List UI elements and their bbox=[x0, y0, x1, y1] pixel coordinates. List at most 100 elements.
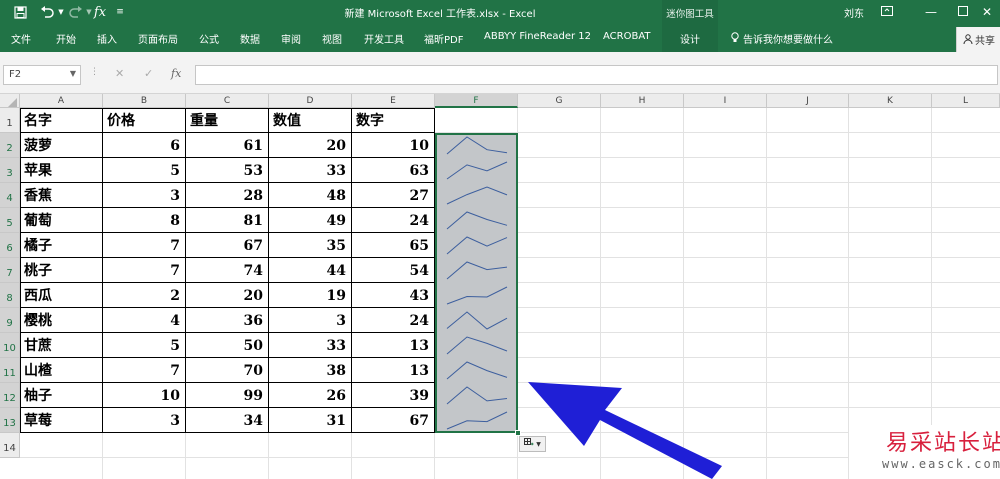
cell-b13[interactable]: 3 bbox=[103, 408, 186, 433]
tab-file[interactable]: 文件 bbox=[11, 31, 31, 46]
cell-c3[interactable]: 53 bbox=[186, 158, 269, 183]
cell-a4[interactable]: 香蕉 bbox=[20, 183, 103, 208]
cell-c9[interactable]: 36 bbox=[186, 308, 269, 333]
cell-c8[interactable]: 20 bbox=[186, 283, 269, 308]
cell-e4[interactable]: 27 bbox=[352, 183, 435, 208]
cell-b3[interactable]: 5 bbox=[103, 158, 186, 183]
row-header-7[interactable]: 7 bbox=[0, 258, 20, 283]
cell-b10[interactable]: 5 bbox=[103, 333, 186, 358]
share-button[interactable]: 共享 bbox=[956, 27, 1000, 52]
column-header-b[interactable]: B bbox=[103, 94, 186, 108]
cancel-icon[interactable]: ✕ bbox=[115, 67, 124, 80]
row-header-13[interactable]: 13 bbox=[0, 408, 20, 433]
sparkline-cell[interactable] bbox=[437, 384, 516, 409]
cell-a3[interactable]: 苹果 bbox=[20, 158, 103, 183]
cell-d10[interactable]: 33 bbox=[269, 333, 352, 358]
row-header-2[interactable]: 2 bbox=[0, 133, 20, 158]
cell-a6[interactable]: 橘子 bbox=[20, 233, 103, 258]
undo-dropdown-icon[interactable]: ▼ bbox=[56, 3, 66, 21]
cell-c11[interactable]: 70 bbox=[186, 358, 269, 383]
tell-me-box[interactable]: 告诉我你想要做什么 bbox=[731, 31, 833, 46]
worksheet-grid[interactable]: ABCDEFGHIJKL 1 2 3 4 5 6 7 8 9 10 11 12 13 14 名字 价格 重量数… bbox=[0, 94, 1000, 479]
cell-b9[interactable]: 4 bbox=[103, 308, 186, 333]
cell-b11[interactable]: 7 bbox=[103, 358, 186, 383]
cell-c5[interactable]: 81 bbox=[186, 208, 269, 233]
row-header-3[interactable]: 3 bbox=[0, 158, 20, 183]
sparkline-cell[interactable] bbox=[437, 259, 516, 284]
cell-d1[interactable]: 数值 bbox=[269, 108, 352, 133]
column-header-g[interactable]: G bbox=[518, 94, 601, 108]
tab-acrobat[interactable]: ACROBAT bbox=[603, 31, 651, 42]
sparkline-cell[interactable] bbox=[437, 134, 516, 159]
cell-b12[interactable]: 10 bbox=[103, 383, 186, 408]
customize-toolbar-icon[interactable]: ≡ bbox=[114, 3, 126, 21]
cell-a13[interactable]: 草莓 bbox=[20, 408, 103, 433]
column-header-h[interactable]: H bbox=[601, 94, 684, 108]
cell-a9[interactable]: 樱桃 bbox=[20, 308, 103, 333]
cell-e12[interactable]: 39 bbox=[352, 383, 435, 408]
ribbon-display-options-icon[interactable] bbox=[872, 2, 902, 22]
row-header-11[interactable]: 11 bbox=[0, 358, 20, 383]
tab-abbyy-finereader[interactable]: ABBYY FineReader 12 bbox=[484, 31, 591, 42]
sparkline-cell[interactable] bbox=[437, 334, 516, 359]
column-header-d[interactable]: D bbox=[269, 94, 352, 108]
sparkline-cell[interactable] bbox=[437, 359, 516, 384]
cell-e10[interactable]: 13 bbox=[352, 333, 435, 358]
row-header-10[interactable]: 10 bbox=[0, 333, 20, 358]
tab-home[interactable]: 开始 bbox=[56, 31, 76, 46]
cell-d3[interactable]: 33 bbox=[269, 158, 352, 183]
cell-d13[interactable]: 31 bbox=[269, 408, 352, 433]
close-icon[interactable]: ✕ bbox=[972, 2, 1000, 22]
name-box[interactable]: F2 ▼ bbox=[3, 65, 81, 85]
sparkline-cell[interactable] bbox=[437, 159, 516, 184]
formula-input[interactable] bbox=[195, 65, 998, 85]
cell-c2[interactable]: 61 bbox=[186, 133, 269, 158]
cell-e1[interactable]: 数字 bbox=[352, 108, 435, 133]
row-header-9[interactable]: 9 bbox=[0, 308, 20, 333]
cell-e3[interactable]: 63 bbox=[352, 158, 435, 183]
cell-d8[interactable]: 19 bbox=[269, 283, 352, 308]
tab-data[interactable]: 数据 bbox=[240, 31, 260, 46]
cell-c6[interactable]: 67 bbox=[186, 233, 269, 258]
tab-developer[interactable]: 开发工具 bbox=[364, 31, 404, 46]
cell-b4[interactable]: 3 bbox=[103, 183, 186, 208]
cell-b7[interactable]: 7 bbox=[103, 258, 186, 283]
minimize-icon[interactable]: — bbox=[916, 2, 946, 22]
row-header-8[interactable]: 8 bbox=[0, 283, 20, 308]
sparkline-cell[interactable] bbox=[437, 409, 516, 434]
tab-design[interactable]: 设计 bbox=[662, 25, 718, 52]
cell-a5[interactable]: 葡萄 bbox=[20, 208, 103, 233]
column-header-i[interactable]: I bbox=[684, 94, 767, 108]
column-header-f[interactable]: F bbox=[435, 94, 518, 108]
row-header-14[interactable]: 14 bbox=[0, 433, 20, 458]
redo-icon[interactable] bbox=[66, 3, 86, 21]
row-header-5[interactable]: 5 bbox=[0, 208, 20, 233]
cell-e2[interactable]: 10 bbox=[352, 133, 435, 158]
user-name[interactable]: 刘东 bbox=[844, 5, 864, 20]
cell-a12[interactable]: 柚子 bbox=[20, 383, 103, 408]
cell-c4[interactable]: 28 bbox=[186, 183, 269, 208]
sparkline-cell[interactable] bbox=[437, 184, 516, 209]
cell-e9[interactable]: 24 bbox=[352, 308, 435, 333]
tab-page-layout[interactable]: 页面布局 bbox=[138, 31, 178, 46]
cell-c13[interactable]: 34 bbox=[186, 408, 269, 433]
cell-a7[interactable]: 桃子 bbox=[20, 258, 103, 283]
column-header-k[interactable]: K bbox=[849, 94, 932, 108]
chevron-down-icon[interactable]: ▼ bbox=[70, 69, 76, 78]
cell-d12[interactable]: 26 bbox=[269, 383, 352, 408]
row-header-1[interactable]: 1 bbox=[0, 108, 20, 133]
cell-e7[interactable]: 54 bbox=[352, 258, 435, 283]
cell-d2[interactable]: 20 bbox=[269, 133, 352, 158]
column-header-l[interactable]: L bbox=[932, 94, 1000, 108]
cell-a8[interactable]: 西瓜 bbox=[20, 283, 103, 308]
column-header-a[interactable]: A bbox=[20, 94, 103, 108]
cell-c12[interactable]: 99 bbox=[186, 383, 269, 408]
sparkline-cell[interactable] bbox=[437, 209, 516, 234]
cell-a10[interactable]: 甘蔗 bbox=[20, 333, 103, 358]
row-header-12[interactable]: 12 bbox=[0, 383, 20, 408]
insert-function-icon[interactable]: fx bbox=[171, 67, 181, 80]
cell-b6[interactable]: 7 bbox=[103, 233, 186, 258]
cell-c1[interactable]: 重量 bbox=[186, 108, 269, 133]
enter-icon[interactable]: ✓ bbox=[144, 67, 153, 80]
cell-c10[interactable]: 50 bbox=[186, 333, 269, 358]
